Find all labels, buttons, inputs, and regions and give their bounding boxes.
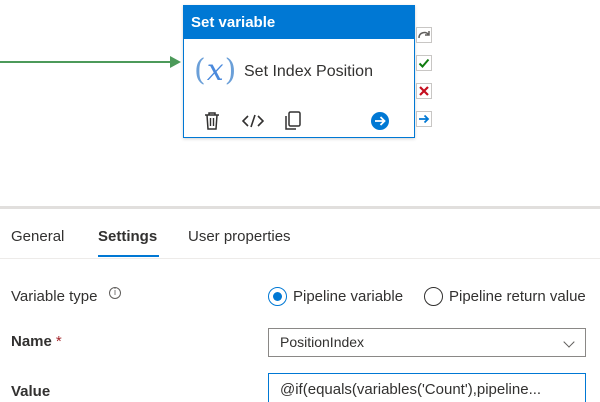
name-dropdown[interactable]: PositionIndex	[268, 328, 586, 357]
radio-pipeline-return-value[interactable]: Pipeline return value	[424, 285, 586, 307]
panel-splitter[interactable]	[0, 206, 600, 209]
connector-arrowhead	[170, 56, 181, 68]
delete-icon[interactable]	[200, 109, 224, 133]
radio-pipeline-variable-label: Pipeline variable	[293, 287, 404, 305]
pipeline-canvas[interactable]: Set variable (x) Set Index Position	[0, 0, 600, 205]
code-icon[interactable]	[241, 109, 265, 133]
set-variable-activity[interactable]: Set variable (x) Set Index Position	[183, 5, 415, 138]
completion-arrow-icon[interactable]	[416, 111, 432, 127]
success-check-icon[interactable]	[416, 55, 432, 71]
chevron-down-icon	[563, 336, 575, 348]
properties-tabs: General Settings User properties	[0, 212, 600, 259]
tab-general[interactable]: General	[11, 228, 64, 245]
tab-settings[interactable]: Settings	[98, 228, 157, 245]
radio-pipeline-variable[interactable]: Pipeline variable	[268, 285, 403, 307]
info-icon[interactable]: i	[109, 287, 121, 299]
value-expression-field[interactable]: @if(equals(variables('Count'),pipeline..…	[268, 373, 586, 402]
arrow-right-circle-icon[interactable]	[368, 109, 392, 133]
variable-type-label: Variable type	[11, 288, 98, 305]
active-tab-indicator	[98, 255, 159, 257]
failure-x-icon[interactable]	[416, 83, 432, 99]
incoming-connector	[0, 61, 172, 63]
copy-icon[interactable]	[281, 109, 305, 133]
name-label-text: Name	[11, 333, 52, 350]
required-marker: *	[55, 333, 62, 350]
radio-selected-indicator	[268, 286, 287, 306]
value-label: Value	[11, 383, 51, 400]
name-label: Name *	[11, 333, 62, 350]
activity-name: Set Index Position	[244, 63, 373, 80]
radio-unselected-indicator	[424, 286, 443, 306]
tab-user-properties[interactable]: User properties	[188, 228, 291, 245]
name-dropdown-value: PositionIndex	[280, 334, 365, 350]
skip-icon[interactable]	[416, 27, 432, 43]
radio-pipeline-return-value-label: Pipeline return value	[449, 287, 586, 305]
fx-variable-icon: (x)	[194, 53, 238, 88]
activity-type-label: Set variable	[184, 6, 414, 39]
